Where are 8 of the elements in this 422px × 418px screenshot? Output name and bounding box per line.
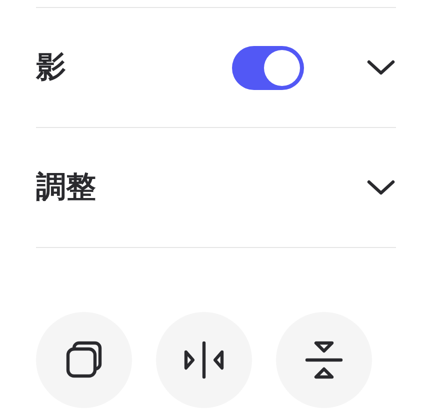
flip-vertical-icon — [304, 340, 344, 380]
stacked-squares-icon — [64, 340, 104, 380]
flip-horizontal-icon — [183, 340, 225, 380]
chevron-icon[interactable] — [366, 58, 396, 76]
section-title: 調整 — [36, 169, 97, 207]
chevron-icon[interactable] — [366, 178, 396, 196]
section-title: 影 — [36, 49, 67, 87]
toggle-switch[interactable] — [232, 46, 304, 90]
